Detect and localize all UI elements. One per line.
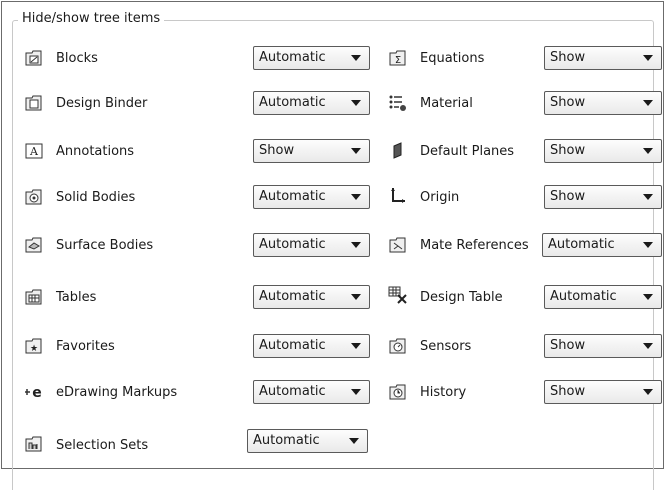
- options-panel: Hide/show tree items Blocks Automatic De…: [1, 1, 664, 490]
- material-label: Material: [420, 96, 473, 111]
- group-title: Hide/show tree items: [18, 11, 165, 27]
- chevron-down-icon: [351, 55, 361, 61]
- svg-text:e: e: [32, 385, 42, 400]
- blocks-label: Blocks: [56, 51, 98, 66]
- chevron-down-icon: [351, 389, 361, 395]
- edrawing-markups-dropdown[interactable]: Automatic: [253, 380, 370, 404]
- chevron-down-icon: [351, 242, 361, 248]
- favorites-dropdown[interactable]: Automatic: [253, 334, 370, 358]
- history-folder-icon: [388, 382, 408, 402]
- chevron-down-icon: [643, 343, 653, 349]
- edrawing-markups-icon: e: [24, 382, 44, 402]
- origin-dropdown[interactable]: Show: [544, 185, 662, 209]
- tables-dropdown-value: Automatic: [259, 289, 326, 304]
- solid-bodies-dropdown[interactable]: Automatic: [253, 185, 370, 209]
- selection-sets-label: Selection Sets: [56, 438, 149, 453]
- favorites-dropdown-value: Automatic: [259, 338, 326, 353]
- sensors-dropdown-value: Show: [550, 338, 586, 353]
- material-dropdown[interactable]: Show: [544, 91, 662, 115]
- tables-folder-icon: [24, 287, 44, 307]
- default-planes-dropdown-value: Show: [550, 143, 586, 158]
- chevron-down-icon: [351, 148, 361, 154]
- sensors-label: Sensors: [420, 339, 472, 354]
- surface-bodies-dropdown-value: Automatic: [259, 237, 326, 252]
- svg-text:Σ: Σ: [395, 55, 401, 66]
- design-table-label: Design Table: [420, 290, 503, 305]
- annotations-dropdown[interactable]: Show: [253, 139, 370, 163]
- design-binder-dropdown[interactable]: Automatic: [253, 91, 370, 115]
- solid-bodies-folder-icon: [24, 187, 44, 207]
- history-dropdown-value: Show: [550, 384, 586, 399]
- default-planes-label: Default Planes: [420, 144, 515, 159]
- favorites-label: Favorites: [56, 339, 115, 354]
- chevron-down-icon: [349, 438, 359, 444]
- chevron-down-icon: [351, 343, 361, 349]
- selection-sets-dropdown-value: Automatic: [253, 433, 320, 448]
- chevron-down-icon: [643, 389, 653, 395]
- origin-dropdown-value: Show: [550, 189, 586, 204]
- equations-dropdown[interactable]: Show: [544, 46, 662, 70]
- chevron-down-icon: [643, 242, 653, 248]
- mate-references-dropdown[interactable]: Automatic: [542, 233, 662, 257]
- favorites-folder-icon: ★: [24, 336, 44, 356]
- blocks-dropdown-value: Automatic: [259, 50, 326, 65]
- sensors-dropdown[interactable]: Show: [544, 334, 662, 358]
- default-planes-icon: [388, 141, 408, 161]
- chevron-down-icon: [351, 294, 361, 300]
- mate-references-folder-icon: [388, 235, 408, 255]
- design-table-dropdown[interactable]: Automatic: [544, 285, 662, 309]
- tables-dropdown[interactable]: Automatic: [253, 285, 370, 309]
- surface-bodies-dropdown[interactable]: Automatic: [253, 233, 370, 257]
- chevron-down-icon: [643, 294, 653, 300]
- blocks-folder-icon: [24, 48, 44, 68]
- design-table-icon: [388, 285, 408, 305]
- material-dropdown-value: Show: [550, 95, 586, 110]
- edrawing-markups-label: eDrawing Markups: [56, 385, 178, 400]
- mate-references-label: Mate References: [420, 238, 529, 253]
- blocks-dropdown[interactable]: Automatic: [253, 46, 370, 70]
- svg-text:★: ★: [30, 344, 38, 354]
- surface-bodies-folder-icon: [24, 235, 44, 255]
- selection-sets-dropdown[interactable]: Automatic: [247, 429, 368, 453]
- history-dropdown[interactable]: Show: [544, 380, 662, 404]
- chevron-down-icon: [643, 55, 653, 61]
- origin-icon: [388, 185, 408, 205]
- chevron-down-icon: [351, 194, 361, 200]
- chevron-down-icon: [643, 194, 653, 200]
- annotations-label: Annotations: [56, 144, 135, 159]
- chevron-down-icon: [643, 148, 653, 154]
- svg-text:A: A: [29, 145, 39, 158]
- mate-references-dropdown-value: Automatic: [548, 237, 615, 252]
- equations-folder-icon: Σ: [388, 48, 408, 68]
- sensors-folder-icon: [388, 336, 408, 356]
- edrawing-markups-dropdown-value: Automatic: [259, 384, 326, 399]
- chevron-down-icon: [643, 100, 653, 106]
- chevron-down-icon: [351, 100, 361, 106]
- origin-label: Origin: [420, 190, 460, 205]
- annotations-dropdown-value: Show: [259, 143, 295, 158]
- design-binder-dropdown-value: Automatic: [259, 95, 326, 110]
- design-binder-icon: [24, 93, 44, 113]
- solid-bodies-label: Solid Bodies: [56, 190, 136, 205]
- solid-bodies-dropdown-value: Automatic: [259, 189, 326, 204]
- default-planes-dropdown[interactable]: Show: [544, 139, 662, 163]
- selection-sets-folder-icon: [24, 434, 44, 454]
- equations-dropdown-value: Show: [550, 50, 586, 65]
- material-icon: [388, 93, 408, 113]
- surface-bodies-label: Surface Bodies: [56, 238, 154, 253]
- design-binder-label: Design Binder: [56, 96, 148, 111]
- tables-label: Tables: [56, 290, 97, 305]
- equations-label: Equations: [420, 51, 485, 66]
- design-table-dropdown-value: Automatic: [550, 289, 617, 304]
- annotations-icon: A: [24, 141, 44, 161]
- history-label: History: [420, 385, 467, 400]
